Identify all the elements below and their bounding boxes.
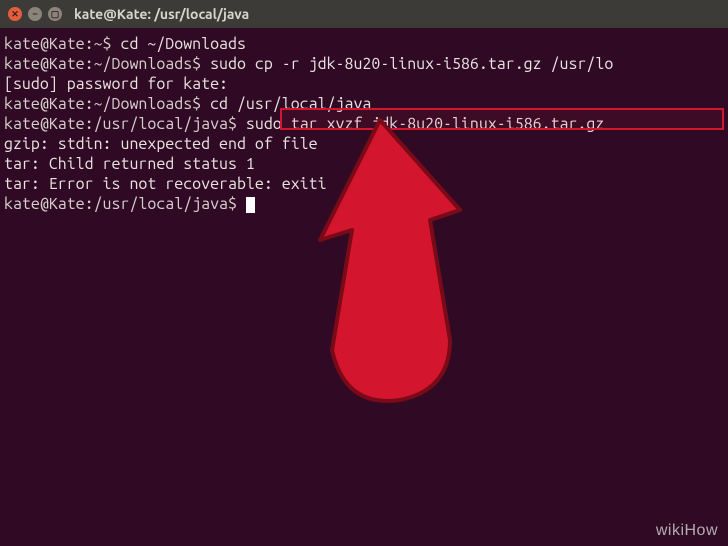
terminal-area[interactable]: kate@Kate:~$ cd ~/Downloadskate@Kate:~/D… bbox=[0, 28, 728, 220]
terminal-line: [sudo] password for kate: bbox=[4, 74, 724, 94]
command-text: cd ~/Downloads bbox=[112, 35, 246, 53]
prompt: kate@Kate:~$ bbox=[4, 35, 112, 53]
terminal-line: kate@Kate:/usr/local/java$ sudo tar xvzf… bbox=[4, 114, 724, 134]
command-text: tar: Error is not recoverable: exiti bbox=[4, 175, 327, 193]
terminal-line: gzip: stdin: unexpected end of file bbox=[4, 134, 724, 154]
command-text: sudo tar xvzf jdk-8u20-linux-i586.tar.gz bbox=[237, 115, 604, 133]
prompt: kate@Kate:/usr/local/java$ bbox=[4, 195, 237, 213]
command-text: sudo cp -r jdk-8u20-linux-i586.tar.gz /u… bbox=[201, 55, 613, 73]
terminal-line: kate@Kate:~/Downloads$ cd /usr/local/jav… bbox=[4, 94, 724, 114]
window-titlebar: ✕ – ▢ kate@Kate: /usr/local/java bbox=[0, 0, 728, 28]
watermark: wikiHow bbox=[656, 522, 718, 540]
prompt: kate@Kate:/usr/local/java$ bbox=[4, 115, 237, 133]
terminal-line: tar: Child returned status 1 bbox=[4, 154, 724, 174]
command-text bbox=[237, 195, 246, 213]
cursor bbox=[246, 197, 255, 213]
window-controls: ✕ – ▢ bbox=[8, 7, 62, 21]
close-icon[interactable]: ✕ bbox=[8, 7, 22, 21]
minimize-icon[interactable]: – bbox=[28, 7, 42, 21]
command-text: [sudo] password for kate: bbox=[4, 75, 228, 93]
prompt: kate@Kate:~/Downloads$ bbox=[4, 95, 201, 113]
command-text: cd /usr/local/java bbox=[201, 95, 371, 113]
command-text: tar: Child returned status 1 bbox=[4, 155, 255, 173]
terminal-line: kate@Kate:~$ cd ~/Downloads bbox=[4, 34, 724, 54]
maximize-icon[interactable]: ▢ bbox=[48, 7, 62, 21]
terminal-line: kate@Kate:/usr/local/java$ bbox=[4, 194, 724, 214]
command-text: gzip: stdin: unexpected end of file bbox=[4, 135, 318, 153]
terminal-line: kate@Kate:~/Downloads$ sudo cp -r jdk-8u… bbox=[4, 54, 724, 74]
terminal-line: tar: Error is not recoverable: exiti bbox=[4, 174, 724, 194]
prompt: kate@Kate:~/Downloads$ bbox=[4, 55, 201, 73]
window-title: kate@Kate: /usr/local/java bbox=[74, 6, 249, 22]
